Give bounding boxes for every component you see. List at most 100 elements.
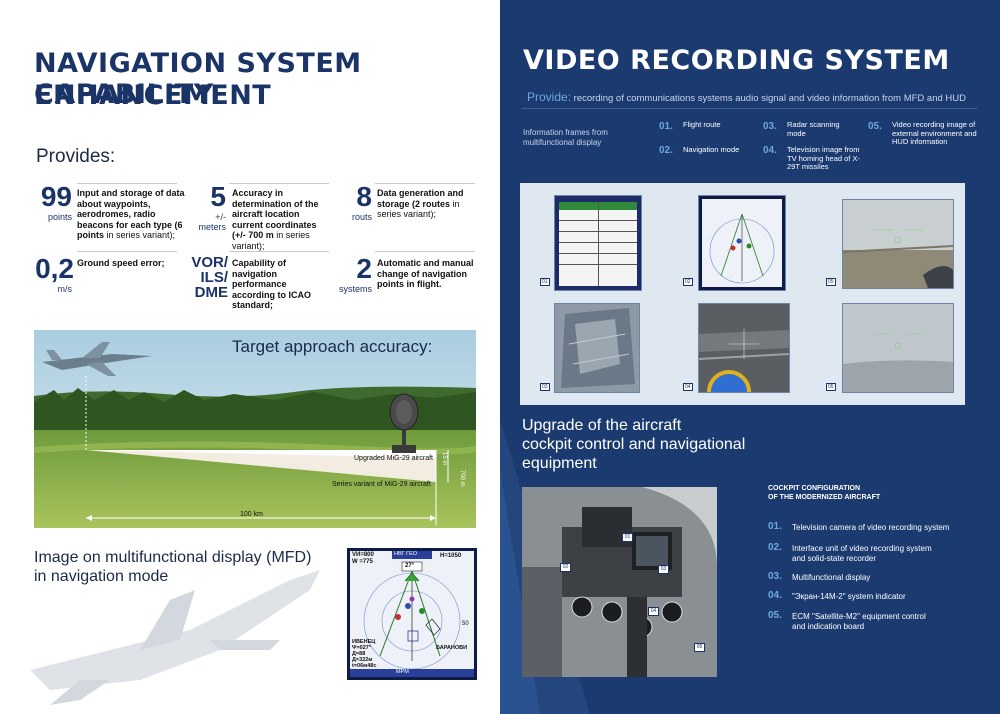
hud-video-picture-2 <box>843 304 953 392</box>
mfd-screen: VИ=800 W =775 НВГ ГЕО 27° H=1050 50 ИВЕНЕ… <box>350 551 474 677</box>
item-text: Navigation mode <box>683 145 740 154</box>
item-number: 01. <box>768 521 782 532</box>
divider <box>229 251 329 252</box>
upgraded-label: Upgraded MiG-29 aircraft <box>354 455 433 462</box>
stat-unit: systems <box>338 284 372 294</box>
upgrade-title-line2: cockpit control and navigational <box>522 436 746 453</box>
item-text: "Экран-14М-2" system indicator <box>792 592 906 601</box>
stat-unit: m/s <box>57 284 73 294</box>
frame-television-image <box>698 303 790 393</box>
frame-flight-route <box>554 195 642 291</box>
item-number: 04. <box>768 590 782 601</box>
mfd-heading: 27° <box>405 563 415 569</box>
left-page: NAVIGATION SYSTEM CAPABILITY ENHANCEMENT… <box>0 0 500 714</box>
mfd-altitude: H=1050 <box>440 553 462 559</box>
radar-image-picture <box>555 304 639 392</box>
photo-callout: 01 <box>622 533 633 542</box>
hud-video-picture <box>843 200 953 288</box>
stat-number: 8 <box>356 181 372 212</box>
route-table-picture <box>559 202 637 286</box>
display-frames-gallery: 01 02 05 03 04 05 <box>520 183 965 405</box>
frame-number: 05 <box>826 278 836 286</box>
item-text: Radar scanning mode <box>787 120 840 138</box>
mfd-waypoint-info: ИВЕНЕЦ Ψ=027° Д=88 Д=322м t=06м48с <box>352 639 377 669</box>
stat-description: Input and storage of data about waypoint… <box>77 188 185 240</box>
tv-image-picture <box>699 304 789 392</box>
divider <box>375 183 475 184</box>
series-label: Series variant of MiG-29 aircraft <box>332 481 431 488</box>
stat-description: Ground speed error; <box>77 258 165 268</box>
distance-label: 100 km <box>240 511 263 518</box>
photo-callout: 05 <box>694 643 705 652</box>
item-number: 02. <box>768 542 782 553</box>
item-number: 05. <box>868 121 882 132</box>
item-text: Video recording image of external enviro… <box>892 120 977 146</box>
stat-unit: +/- meters <box>198 212 226 232</box>
stat-description: Accuracy in determination of the aircraf… <box>232 188 319 251</box>
mfd-display: VИ=800 W =775 НВГ ГЕО 27° H=1050 50 ИВЕНЕ… <box>347 548 477 680</box>
frames-note: Information frames from multifunctional … <box>523 128 608 147</box>
mfd-caption-line1: Image on multifunctional display (MFD) <box>34 549 312 566</box>
photo-callout: 02 <box>560 563 571 572</box>
photo-callout: 03 <box>658 565 669 574</box>
divider <box>77 251 177 252</box>
divider <box>229 183 329 184</box>
item-text: Multifunctional display <box>792 573 871 582</box>
mfd-bottom-label: МРМ <box>396 669 409 675</box>
provides-label: Provides: <box>36 146 116 167</box>
item-number: 02. <box>659 145 673 156</box>
height-big-label: 700 m <box>459 470 465 487</box>
frame-number: 01 <box>540 278 550 286</box>
frame-hud-video <box>842 199 954 289</box>
video-title: VIDEO RECORDING SYSTEM <box>523 45 950 76</box>
mfd-next-waypoint: БАРАНОВИ <box>436 645 468 651</box>
frame-navigation-mode <box>698 195 786 291</box>
provide-line: Provide: recording of communications sys… <box>527 90 966 104</box>
height-small-label: 15 m <box>441 452 447 466</box>
landscape-picture <box>34 330 476 528</box>
item-text: Interface unit of video recording system… <box>792 544 932 563</box>
item-number: 05. <box>768 610 782 621</box>
stat-number: 99 <box>40 181 72 212</box>
item-number: 03. <box>763 121 777 132</box>
cockpit-picture <box>522 487 717 677</box>
item-number: 01. <box>659 121 673 132</box>
item-text: ECM "Satellite-M2" equipment control and… <box>792 612 926 631</box>
stat-number: 5 <box>210 181 226 212</box>
mfd-range: 50 <box>462 621 469 627</box>
stat-unit: points <box>47 212 72 222</box>
divider <box>522 108 977 109</box>
cockpit-config-title: COCKPIT CONFIGURATION OF THE MODERNIZED A… <box>768 485 881 501</box>
approach-accuracy-illustration: Upgraded MiG-29 aircraft Series variant … <box>34 330 476 528</box>
item-text: Television image from TV homing head of … <box>787 145 860 171</box>
cockpit-photo: 01 02 03 04 05 <box>522 487 717 677</box>
mfd-mode: НВГ ГЕО <box>394 551 418 557</box>
nav-title-line2: ENHANCEMENT <box>34 80 272 111</box>
mfd-caption-line2: in navigation mode <box>34 568 169 585</box>
stat-description: Automatic and manual change of navigatio… <box>377 258 474 289</box>
upgrade-title-line1: Upgrade of the aircraft <box>522 417 682 434</box>
frame-number: 04 <box>683 383 693 391</box>
stat-number: 0,2 <box>35 253 74 284</box>
stat-unit: routs <box>351 212 372 222</box>
accuracy-title: Target approach accuracy: <box>232 337 433 356</box>
upgrade-title-line3: equipment <box>522 455 597 472</box>
divider <box>77 183 177 184</box>
stat-description: Capability of navigation performance acc… <box>232 258 312 310</box>
brochure-spread: NAVIGATION SYSTEM CAPABILITY ENHANCEMENT… <box>0 0 1000 714</box>
mfd-top-left: VИ=800 W =775 <box>352 552 374 565</box>
divider <box>375 251 475 252</box>
nav-mode-screen-picture <box>702 199 782 287</box>
frame-number: 02 <box>683 278 693 286</box>
frame-radar-scanning <box>554 303 640 393</box>
stat-number: 2 <box>356 253 372 284</box>
item-text: Flight route <box>683 120 721 129</box>
frame-number: 05 <box>826 383 836 391</box>
stat-number: VOR/ ILS/ DME <box>191 254 228 301</box>
item-number: 04. <box>763 145 777 156</box>
frame-hud-video-2 <box>842 303 954 393</box>
item-number: 03. <box>768 571 782 582</box>
photo-callout: 04 <box>648 607 659 616</box>
stat-description: Data generation and storage (2 routes in… <box>377 188 464 219</box>
frame-number: 03 <box>540 383 550 391</box>
